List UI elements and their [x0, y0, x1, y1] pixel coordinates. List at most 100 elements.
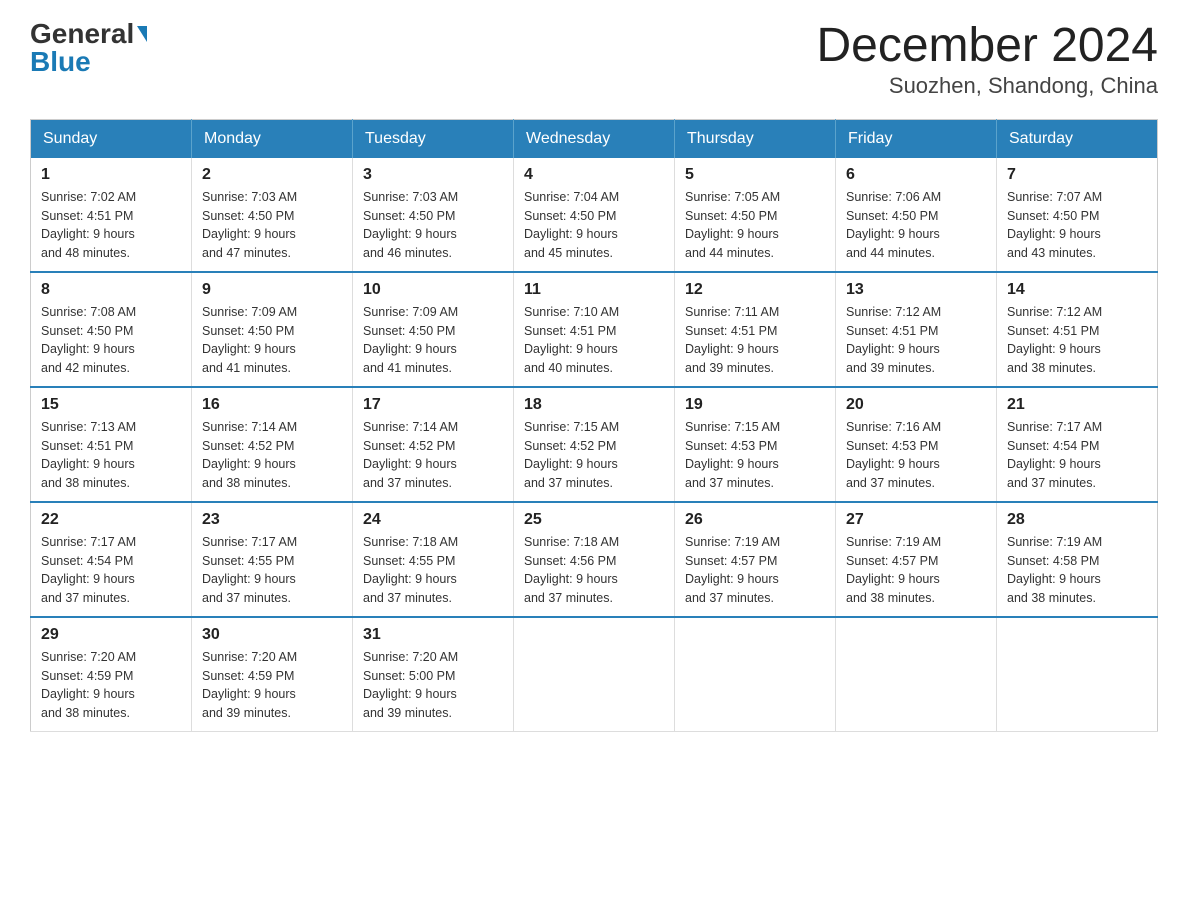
daylight-label: Daylight: 9 hours — [524, 342, 618, 356]
daylight-label: Daylight: 9 hours — [1007, 572, 1101, 586]
daylight-minutes: and 38 minutes. — [1007, 591, 1096, 605]
day-info: Sunrise: 7:02 AM Sunset: 4:51 PM Dayligh… — [41, 188, 181, 263]
day-info: Sunrise: 7:12 AM Sunset: 4:51 PM Dayligh… — [846, 303, 986, 378]
sunset-label: Sunset: 4:50 PM — [363, 324, 455, 338]
sunset-label: Sunset: 4:53 PM — [685, 439, 777, 453]
day-number: 28 — [1007, 511, 1147, 529]
day-info: Sunrise: 7:20 AM Sunset: 4:59 PM Dayligh… — [202, 648, 342, 723]
daylight-label: Daylight: 9 hours — [363, 687, 457, 701]
daylight-minutes: and 37 minutes. — [846, 476, 935, 490]
sunrise-label: Sunrise: 7:14 AM — [363, 420, 458, 434]
calendar-day-cell: 26 Sunrise: 7:19 AM Sunset: 4:57 PM Dayl… — [675, 502, 836, 617]
day-header-saturday: Saturday — [997, 119, 1158, 158]
daylight-minutes: and 39 minutes. — [363, 706, 452, 720]
sunset-label: Sunset: 4:56 PM — [524, 554, 616, 568]
sunrise-label: Sunrise: 7:12 AM — [1007, 305, 1102, 319]
calendar-header-row: SundayMondayTuesdayWednesdayThursdayFrid… — [31, 119, 1158, 158]
daylight-label: Daylight: 9 hours — [41, 342, 135, 356]
sunrise-label: Sunrise: 7:19 AM — [685, 535, 780, 549]
daylight-minutes: and 44 minutes. — [846, 246, 935, 260]
sunset-label: Sunset: 4:51 PM — [1007, 324, 1099, 338]
day-info: Sunrise: 7:19 AM Sunset: 4:58 PM Dayligh… — [1007, 533, 1147, 608]
day-number: 26 — [685, 511, 825, 529]
day-number: 14 — [1007, 281, 1147, 299]
sunrise-label: Sunrise: 7:20 AM — [363, 650, 458, 664]
daylight-label: Daylight: 9 hours — [363, 457, 457, 471]
daylight-label: Daylight: 9 hours — [363, 572, 457, 586]
sunrise-label: Sunrise: 7:19 AM — [1007, 535, 1102, 549]
sunrise-label: Sunrise: 7:08 AM — [41, 305, 136, 319]
day-info: Sunrise: 7:17 AM Sunset: 4:54 PM Dayligh… — [1007, 418, 1147, 493]
sunset-label: Sunset: 4:54 PM — [1007, 439, 1099, 453]
sunrise-label: Sunrise: 7:18 AM — [524, 535, 619, 549]
day-info: Sunrise: 7:17 AM Sunset: 4:55 PM Dayligh… — [202, 533, 342, 608]
daylight-label: Daylight: 9 hours — [1007, 227, 1101, 241]
calendar-day-cell: 13 Sunrise: 7:12 AM Sunset: 4:51 PM Dayl… — [836, 272, 997, 387]
daylight-label: Daylight: 9 hours — [1007, 342, 1101, 356]
calendar-day-cell: 19 Sunrise: 7:15 AM Sunset: 4:53 PM Dayl… — [675, 387, 836, 502]
calendar-day-cell: 31 Sunrise: 7:20 AM Sunset: 5:00 PM Dayl… — [353, 617, 514, 732]
calendar-day-cell: 18 Sunrise: 7:15 AM Sunset: 4:52 PM Dayl… — [514, 387, 675, 502]
daylight-minutes: and 37 minutes. — [1007, 476, 1096, 490]
sunrise-label: Sunrise: 7:14 AM — [202, 420, 297, 434]
calendar-day-cell: 4 Sunrise: 7:04 AM Sunset: 4:50 PM Dayli… — [514, 158, 675, 272]
calendar-day-cell: 20 Sunrise: 7:16 AM Sunset: 4:53 PM Dayl… — [836, 387, 997, 502]
day-number: 17 — [363, 396, 503, 414]
day-number: 21 — [1007, 396, 1147, 414]
day-info: Sunrise: 7:12 AM Sunset: 4:51 PM Dayligh… — [1007, 303, 1147, 378]
day-number: 6 — [846, 166, 986, 184]
calendar-table: SundayMondayTuesdayWednesdayThursdayFrid… — [30, 119, 1158, 732]
location-title: Suozhen, Shandong, China — [816, 73, 1158, 99]
day-number: 5 — [685, 166, 825, 184]
day-number: 13 — [846, 281, 986, 299]
daylight-label: Daylight: 9 hours — [363, 342, 457, 356]
calendar-day-cell: 28 Sunrise: 7:19 AM Sunset: 4:58 PM Dayl… — [997, 502, 1158, 617]
calendar-day-cell: 27 Sunrise: 7:19 AM Sunset: 4:57 PM Dayl… — [836, 502, 997, 617]
daylight-label: Daylight: 9 hours — [685, 457, 779, 471]
sunrise-label: Sunrise: 7:07 AM — [1007, 190, 1102, 204]
day-info: Sunrise: 7:15 AM Sunset: 4:52 PM Dayligh… — [524, 418, 664, 493]
daylight-label: Daylight: 9 hours — [685, 342, 779, 356]
sunset-label: Sunset: 4:53 PM — [846, 439, 938, 453]
daylight-minutes: and 38 minutes. — [41, 476, 130, 490]
day-info: Sunrise: 7:20 AM Sunset: 4:59 PM Dayligh… — [41, 648, 181, 723]
calendar-day-cell: 11 Sunrise: 7:10 AM Sunset: 4:51 PM Dayl… — [514, 272, 675, 387]
sunrise-label: Sunrise: 7:11 AM — [685, 305, 779, 319]
daylight-minutes: and 47 minutes. — [202, 246, 291, 260]
calendar-day-cell — [836, 617, 997, 732]
day-number: 10 — [363, 281, 503, 299]
calendar-day-cell: 2 Sunrise: 7:03 AM Sunset: 4:50 PM Dayli… — [192, 158, 353, 272]
daylight-minutes: and 37 minutes. — [685, 476, 774, 490]
sunset-label: Sunset: 4:52 PM — [524, 439, 616, 453]
day-info: Sunrise: 7:14 AM Sunset: 4:52 PM Dayligh… — [363, 418, 503, 493]
day-number: 2 — [202, 166, 342, 184]
sunrise-label: Sunrise: 7:15 AM — [685, 420, 780, 434]
daylight-minutes: and 37 minutes. — [524, 591, 613, 605]
day-info: Sunrise: 7:05 AM Sunset: 4:50 PM Dayligh… — [685, 188, 825, 263]
day-info: Sunrise: 7:17 AM Sunset: 4:54 PM Dayligh… — [41, 533, 181, 608]
day-info: Sunrise: 7:16 AM Sunset: 4:53 PM Dayligh… — [846, 418, 986, 493]
sunset-label: Sunset: 4:55 PM — [363, 554, 455, 568]
calendar-week-row: 29 Sunrise: 7:20 AM Sunset: 4:59 PM Dayl… — [31, 617, 1158, 732]
day-number: 18 — [524, 396, 664, 414]
daylight-minutes: and 41 minutes. — [363, 361, 452, 375]
daylight-label: Daylight: 9 hours — [524, 572, 618, 586]
page-header: General Blue December 2024 Suozhen, Shan… — [30, 20, 1158, 99]
day-info: Sunrise: 7:04 AM Sunset: 4:50 PM Dayligh… — [524, 188, 664, 263]
day-info: Sunrise: 7:15 AM Sunset: 4:53 PM Dayligh… — [685, 418, 825, 493]
daylight-minutes: and 44 minutes. — [685, 246, 774, 260]
day-header-monday: Monday — [192, 119, 353, 158]
day-info: Sunrise: 7:08 AM Sunset: 4:50 PM Dayligh… — [41, 303, 181, 378]
sunrise-label: Sunrise: 7:18 AM — [363, 535, 458, 549]
sunrise-label: Sunrise: 7:12 AM — [846, 305, 941, 319]
sunset-label: Sunset: 4:52 PM — [363, 439, 455, 453]
sunset-label: Sunset: 4:51 PM — [41, 439, 133, 453]
sunrise-label: Sunrise: 7:02 AM — [41, 190, 136, 204]
daylight-label: Daylight: 9 hours — [41, 687, 135, 701]
daylight-minutes: and 37 minutes. — [363, 476, 452, 490]
calendar-day-cell: 25 Sunrise: 7:18 AM Sunset: 4:56 PM Dayl… — [514, 502, 675, 617]
sunset-label: Sunset: 4:50 PM — [41, 324, 133, 338]
daylight-label: Daylight: 9 hours — [685, 572, 779, 586]
calendar-day-cell — [675, 617, 836, 732]
day-info: Sunrise: 7:07 AM Sunset: 4:50 PM Dayligh… — [1007, 188, 1147, 263]
